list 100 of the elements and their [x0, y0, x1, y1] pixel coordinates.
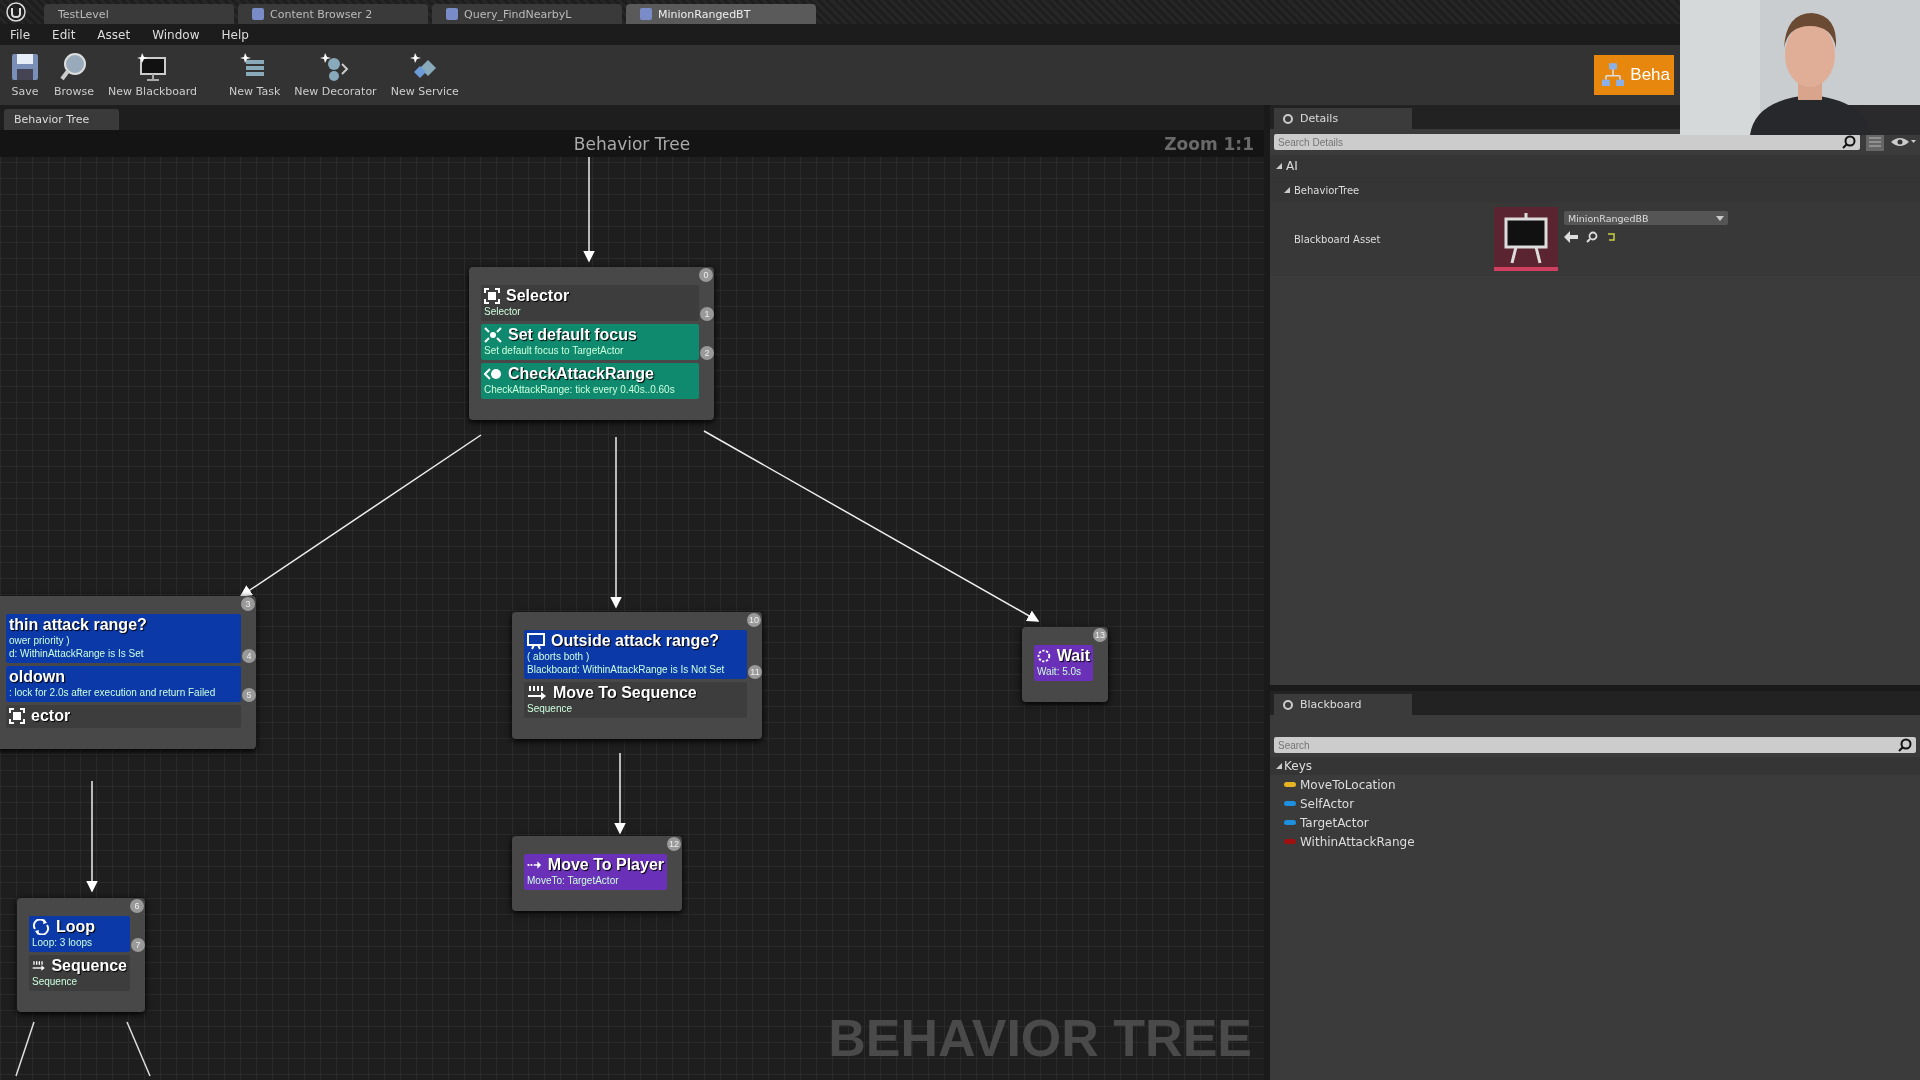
node-section[interactable]: oldown : lock for 2.0s after execution and return Failed [6, 666, 241, 702]
expand-triangle-icon[interactable] [1276, 763, 1282, 769]
node-title: ector [31, 707, 71, 725]
key-name[interactable]: MoveToLocation [1300, 777, 1396, 792]
search-icon [1842, 135, 1856, 149]
key-name[interactable]: TargetActor [1300, 815, 1369, 830]
asset-dropdown[interactable]: MinionRangedBB [1564, 211, 1728, 225]
node-section[interactable]: Wait Wait: 5.0s [1034, 645, 1093, 681]
toolbar-button[interactable]: New Blackboard [104, 50, 202, 100]
node-title: Move To Player [547, 856, 664, 874]
index-badge: 5 [242, 688, 256, 702]
menu-item[interactable]: Window [152, 27, 200, 42]
index-badge: 4 [242, 649, 256, 663]
node-description: Blackboard: WithinAttackRange is Is Not Set [527, 663, 726, 676]
index-badge: 3 [241, 597, 255, 611]
editor-tab[interactable]: Query_FindNearbyL [432, 4, 622, 24]
engine-logo-icon[interactable] [6, 2, 26, 22]
index-badge: 6 [130, 899, 144, 913]
node-title: Sequence [51, 957, 127, 975]
node-title: thin attack range? [9, 616, 147, 634]
editor-tab[interactable]: MinionRangedBT [626, 4, 816, 24]
node-title: Selector [506, 287, 570, 305]
node-section[interactable]: Set default focus Set default focus to TargetActor [481, 324, 699, 360]
node-title: CheckAttackRange [508, 365, 654, 383]
search-icon [1898, 738, 1912, 752]
graph-canvas[interactable] [0, 130, 1264, 1080]
index-badge: 0 [699, 268, 713, 282]
node-section[interactable]: Outside attack range? ( aborts both ) Blackboard: WithinAttackRange is Is Not Set [524, 630, 747, 679]
search-field[interactable]: Search [1274, 737, 1916, 753]
toolbar-button[interactable]: New Service [386, 50, 463, 100]
node-description: Wait: 5.0s [1037, 665, 1083, 678]
search-icon[interactable] [1586, 231, 1598, 243]
hierarchy-icon [1602, 62, 1625, 88]
node-title: Loop [56, 918, 96, 936]
menu-item[interactable]: Asset [97, 27, 131, 42]
monitor-icon [136, 52, 169, 82]
editor-tab[interactable]: TestLevel [44, 4, 234, 24]
eye-icon[interactable] [1890, 135, 1916, 149]
node-description: Sequence [32, 975, 79, 988]
category-header[interactable]: BehaviorTree [1294, 184, 1360, 196]
search-field[interactable]: Search Details [1274, 134, 1860, 150]
tree-node[interactable]: 0 Selector Selector 1 Set default focus Set default focus to TargetActor 2 CheckAttackRange CheckAttackRange: tick every 0.40s..0.60s [469, 267, 714, 420]
toolbar-button[interactable]: New Decorator [290, 50, 381, 100]
tree-node[interactable]: 12 Move To Player MoveTo: TargetActor [512, 836, 682, 911]
panel-tab[interactable]: Behavior Tree [4, 109, 120, 130]
node-description: : lock for 2.0s after execution and return Failed [9, 686, 217, 699]
node-description: Loop: 3 loops [32, 936, 94, 949]
shapes-icon [320, 52, 351, 82]
toolbar-button[interactable]: Browse [50, 50, 99, 100]
dotted-arrow-icon [527, 859, 542, 871]
index-badge: 2 [700, 346, 714, 360]
node-section[interactable]: Move To Player MoveTo: TargetActor [524, 854, 667, 890]
node-section[interactable]: Sequence Sequence [29, 955, 130, 991]
node-title: Set default focus [508, 326, 637, 344]
node-description: Sequence [527, 702, 574, 715]
node-description: Set default focus to TargetActor [484, 344, 625, 357]
chevron-dot-icon [484, 367, 502, 381]
property-label: Blackboard Asset [1293, 233, 1382, 245]
menu-item[interactable]: Edit [52, 27, 76, 42]
node-description: ( aborts both ) [527, 650, 591, 663]
group-header[interactable]: Keys [1284, 759, 1312, 773]
node-description: MoveTo: TargetActor [527, 874, 620, 887]
dashed-circle-icon [1037, 647, 1051, 665]
expand-triangle-icon[interactable] [1284, 187, 1290, 193]
tree-node[interactable]: 3 thin attack range? ower priority ) d: WithinAttackRange is Is Set 4 oldown : lock for 2.0s after execution and return Failed 5 ector [0, 596, 256, 749]
index-badge: 1 [700, 307, 714, 321]
connector-line [126, 1021, 151, 1077]
node-description: d: WithinAttackRange is Is Set [9, 647, 145, 660]
tree-node[interactable]: 10 Outside attack range? ( aborts both ) Blackboard: WithinAttackRange is Is Not Set 11 Move To Sequence Sequence [512, 612, 762, 739]
loop-icon [32, 919, 50, 935]
panel-tab[interactable]: Blackboard [1274, 694, 1412, 715]
node-section[interactable]: CheckAttackRange CheckAttackRange: tick every 0.40s..0.60s [481, 363, 699, 399]
menu-item[interactable]: Help [221, 27, 249, 42]
key-name[interactable]: SelfActor [1300, 796, 1355, 811]
left-arrow-icon[interactable] [1564, 231, 1578, 243]
sequence-arrow-icon [527, 685, 547, 701]
panel-tab[interactable]: Details [1274, 108, 1412, 129]
category-header[interactable]: AI [1286, 159, 1298, 173]
node-section[interactable]: Selector Selector [481, 285, 699, 321]
tree-node[interactable]: 13 Wait Wait: 5.0s [1022, 627, 1108, 702]
node-section[interactable]: Move To Sequence Sequence [524, 682, 747, 718]
index-badge: 7 [131, 938, 145, 952]
expand-triangle-icon[interactable] [1276, 163, 1282, 169]
connector-line [15, 1021, 35, 1077]
node-title: Wait [1056, 647, 1090, 665]
target-icon [484, 327, 502, 343]
node-section[interactable]: thin attack range? ower priority ) d: WithinAttackRange is Is Set [6, 614, 241, 663]
node-title: Outside attack range? [551, 632, 720, 650]
key-name[interactable]: WithinAttackRange [1300, 834, 1415, 849]
index-badge: 10 [747, 613, 761, 627]
node-section[interactable]: ector [6, 705, 241, 728]
index-badge: 13 [1093, 628, 1107, 642]
menu-item[interactable]: File [10, 27, 31, 42]
editor-tab[interactable]: Content Browser 2 [238, 4, 428, 24]
tree-node[interactable]: 6 Loop Loop: 3 loops 7 Sequence Sequence [17, 898, 145, 1012]
toolbar-button[interactable]: New Task [225, 50, 285, 100]
node-section[interactable]: Loop Loop: 3 loops [29, 916, 130, 952]
index-badge: 11 [748, 665, 762, 679]
easel-thumbnail-icon [1494, 207, 1558, 271]
toolbar-button[interactable]: Save [6, 50, 44, 100]
